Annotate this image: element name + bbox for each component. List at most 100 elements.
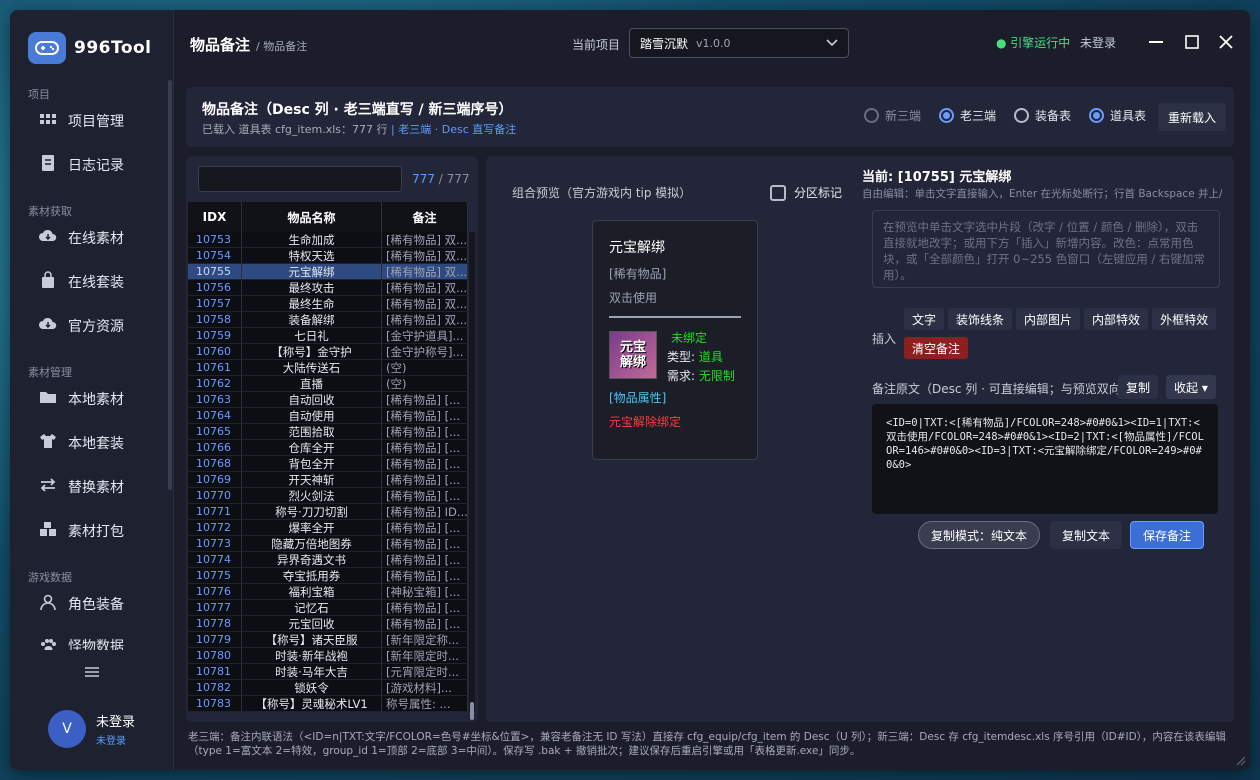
table-row[interactable]: 10763 自动回收 [稀有物品] [... (188, 392, 468, 408)
table-row[interactable]: 10772 爆率全开 [稀有物品] [... (188, 520, 468, 536)
tip-item-name[interactable]: 元宝解绑 (609, 237, 665, 257)
table-row[interactable]: 10768 背包全开 [稀有物品] [... (188, 456, 468, 472)
resize-grip-icon[interactable] (1234, 754, 1246, 766)
minimize-icon[interactable] (1146, 32, 1166, 52)
reload-button[interactable]: 重新载入 (1157, 103, 1226, 131)
table-row[interactable]: 10762 直播 (空) (188, 376, 468, 392)
table-row[interactable]: 10774 异界奇遇文书 [稀有物品] [... (188, 552, 468, 568)
sidebar-item-online-assets[interactable]: 在线素材 (38, 226, 124, 250)
column-header[interactable]: IDX (188, 202, 242, 232)
edit-area[interactable]: 在预览中单击文字选中片段（改字 / 位置 / 颜色 / 删除），双击直接就地改字… (872, 210, 1220, 288)
user-profile[interactable]: V 未登录 未登录 (48, 710, 135, 748)
table-row[interactable]: 10758 装备解绑 [稀有物品] 双... (188, 312, 468, 328)
table-row[interactable]: 10766 仓库全开 [稀有物品] [... (188, 440, 468, 456)
app-logo[interactable]: 996Tool (28, 32, 152, 64)
sidebar-item-pack[interactable]: 素材打包 (38, 519, 124, 543)
insert-effect-button[interactable]: 内部特效 (1084, 308, 1149, 330)
maximize-icon[interactable] (1182, 32, 1202, 52)
row-note: [金守护称号]... (382, 344, 468, 359)
copy-text-button[interactable]: 复制文本 (1050, 521, 1123, 549)
tip-preview[interactable]: 元宝解绑 [稀有物品] 双击使用 元宝 解绑 未绑定 类型: 道具 需求: 无限制… (592, 220, 758, 460)
tip-rarity[interactable]: [稀有物品] (609, 265, 666, 282)
sidebar-item-local-sets[interactable]: 本地套装 (38, 431, 124, 455)
table-row[interactable]: 10782 锁妖令 [游戏材料]... (188, 680, 468, 696)
insert-text-button[interactable]: 文字 (904, 308, 945, 330)
table-row[interactable]: 10773 隐藏万倍地图券 [稀有物品] [... (188, 536, 468, 552)
table-scrollbar[interactable] (469, 232, 475, 720)
sidebar-item-official[interactable]: 官方资源 (38, 314, 124, 338)
table-row[interactable]: 10771 称号·刀刀切割 [稀有物品] ID... (188, 504, 468, 520)
column-header[interactable]: 备注 (382, 202, 468, 232)
table-row[interactable]: 10777 记忆石 [稀有物品] [... (188, 600, 468, 616)
divider[interactable] (609, 316, 741, 318)
sidebar-item-equipment[interactable]: 角色装备 (38, 592, 124, 616)
table-row[interactable]: 10783 【称号】灵魂秘术LV1 称号属性: ... (188, 696, 468, 712)
table-row[interactable]: 10757 最终生命 [稀有物品] 双... (188, 296, 468, 312)
collapse-button[interactable]: 收起 ▾ (1166, 375, 1216, 399)
table-row[interactable]: 10764 自动使用 [稀有物品] [... (188, 408, 468, 424)
hamburger-icon[interactable] (84, 666, 100, 678)
insert-line-button[interactable]: 装饰线条 (948, 308, 1013, 330)
radio-new-three[interactable]: 新三端 (863, 107, 921, 124)
table-row[interactable]: 10775 夺宝抵用券 [稀有物品] [... (188, 568, 468, 584)
raw-label: 备注原文（Desc 列 · 可直接编辑；与预览双向同 (872, 382, 1133, 396)
row-note: [稀有物品] [... (382, 456, 468, 471)
clear-note-button[interactable]: 清空备注 (904, 337, 969, 359)
row-idx: 10780 (188, 648, 242, 663)
sidebar-scrollbar[interactable] (168, 80, 172, 490)
row-note: [稀有物品] 双... (382, 296, 468, 311)
insert-image-button[interactable]: 内部图片 (1016, 308, 1081, 330)
sidebar-item-project[interactable]: 项目管理 (38, 109, 124, 133)
project-select[interactable]: 踏雪沉默 v1.0.0 (629, 28, 849, 58)
table-row[interactable]: 10765 范围拾取 [稀有物品] [... (188, 424, 468, 440)
column-header[interactable]: 物品名称 (242, 202, 382, 232)
close-icon[interactable] (1216, 32, 1236, 52)
zone-mark-checkbox[interactable]: 分区标记 (770, 184, 842, 201)
row-name: 【称号】诸天臣服 (242, 632, 382, 647)
sidebar: 996Tool 项目 项目管理 日志记录 素材获取 在线素材 在线套装 官方资源… (10, 10, 174, 770)
tip-unbind[interactable]: 元宝解除绑定 (609, 413, 681, 430)
tip-attr-header[interactable]: [物品属性] (609, 389, 666, 406)
login-link[interactable]: 未登录 (1080, 34, 1116, 51)
table-row[interactable]: 10759 七日礼 [金守护道具]... (188, 328, 468, 344)
tip-bind: 未绑定 (671, 331, 708, 345)
table-row[interactable]: 10780 时装·新年战袍 [新年限定时... (188, 648, 468, 664)
radio-equip-table[interactable]: 装备表 (1013, 107, 1071, 124)
row-idx: 10763 (188, 392, 242, 407)
sidebar-item-replace[interactable]: 替换素材 (38, 475, 124, 499)
row-idx: 10771 (188, 504, 242, 519)
row-note: [稀有物品] [... (382, 488, 468, 503)
radio-old-three[interactable]: 老三端 (938, 107, 996, 124)
table-row[interactable]: 10776 福利宝箱 [神秘宝箱] [... (188, 584, 468, 600)
sidebar-item-log[interactable]: 日志记录 (38, 153, 124, 177)
radio-item-table[interactable]: 道具表 (1088, 107, 1146, 124)
sidebar-item-local-assets[interactable]: 本地素材 (38, 387, 124, 411)
search-input[interactable] (198, 166, 402, 192)
table-row[interactable]: 10769 开天神斩 [稀有物品] [... (188, 472, 468, 488)
table-row[interactable]: 10756 最终攻击 [稀有物品] 双... (188, 280, 468, 296)
tip-usage[interactable]: 双击使用 (609, 289, 657, 306)
sidebar-item-online-sets[interactable]: 在线套装 (38, 270, 124, 294)
row-note: [稀有物品] [... (382, 408, 468, 423)
row-name: 特权天选 (242, 248, 382, 263)
table-row[interactable]: 10778 元宝回收 [稀有物品] [... (188, 616, 468, 632)
raw-text-area[interactable]: <ID=0|TXT:<[稀有物品]/FCOLOR=248>#0#0&1><ID=… (872, 404, 1218, 514)
insert-frame-effect-button[interactable]: 外框特效 (1152, 308, 1217, 330)
table-row[interactable]: 10770 烈火剑法 [稀有物品] [... (188, 488, 468, 504)
table-row[interactable]: 10761 大陆传送石 (空) (188, 360, 468, 376)
table-row[interactable]: 10781 时装·马年大吉 [元宵限定时... (188, 664, 468, 680)
table-row[interactable]: 10760 【称号】金守护 [金守护称号]... (188, 344, 468, 360)
table-row[interactable]: 10755 元宝解绑 [稀有物品] 双... (188, 264, 468, 280)
swap-icon (38, 475, 58, 499)
copy-button[interactable]: 复制 (1118, 375, 1159, 399)
table-row[interactable]: 10779 【称号】诸天臣服 [新年限定称... (188, 632, 468, 648)
mode-link[interactable]: 老三端 · Desc 直写备注 (398, 123, 516, 136)
table-row[interactable]: 10754 特权天选 [稀有物品] 双... (188, 248, 468, 264)
top-bar: 物品备注 / 物品备注 当前项目 踏雪沉默 v1.0.0 ● 引擎运行中 未登录 (174, 10, 1250, 76)
save-button[interactable]: 保存备注 (1130, 521, 1205, 549)
row-idx: 10762 (188, 376, 242, 391)
preview-label: 组合预览（官方游戏内 tip 模拟） (512, 186, 692, 200)
copy-mode-button[interactable]: 复制模式：纯文本 (918, 521, 1041, 549)
table-row[interactable]: 10753 生命加成 [稀有物品] 双... (188, 232, 468, 248)
sidebar-item-monsters[interactable]: 怪物数据 (38, 636, 124, 650)
